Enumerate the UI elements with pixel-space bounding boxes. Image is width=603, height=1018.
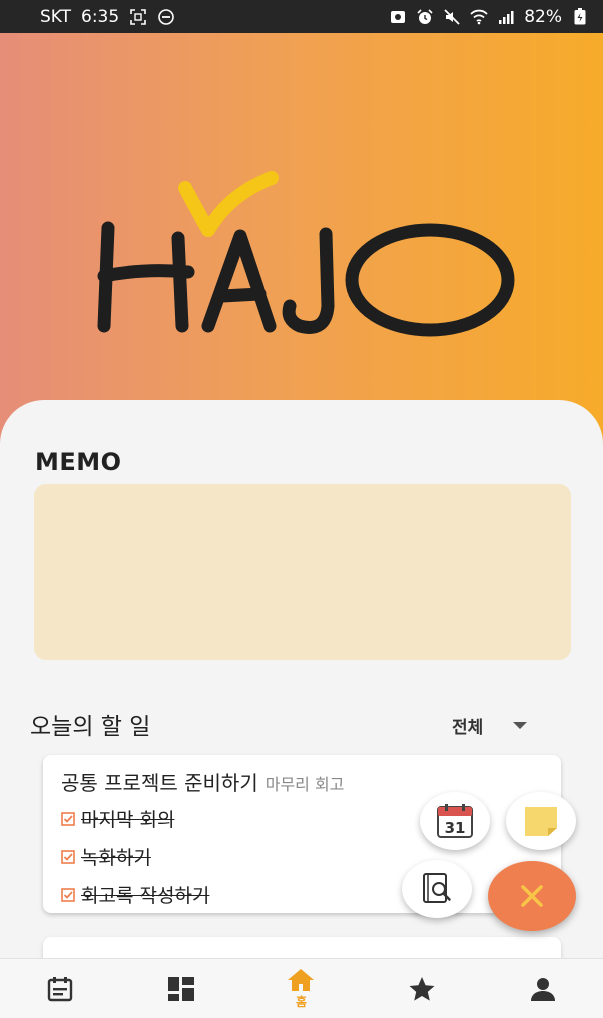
person-icon <box>530 977 555 1001</box>
chevron-down-icon <box>513 722 528 729</box>
calendar-day: 31 <box>445 819 466 837</box>
calendar-fab[interactable]: 31 <box>420 792 490 850</box>
battery-icon <box>571 8 589 26</box>
task-label: 녹화하기 <box>81 847 151 869</box>
memo-box[interactable] <box>34 484 571 660</box>
star-icon <box>409 976 435 1001</box>
task-item[interactable]: 마지막 회의 <box>61 805 174 832</box>
task-item[interactable]: 회고록 작성하기 <box>61 881 209 908</box>
carrier-label: SKT <box>40 6 72 27</box>
header-banner <box>0 33 603 453</box>
checkbox-checked-icon[interactable] <box>61 887 75 902</box>
nav-item-dashboard[interactable] <box>121 959 242 1018</box>
status-bar: SKT 6:35 82% <box>0 0 603 33</box>
close-icon <box>521 885 543 907</box>
nav-label-home: 홈 <box>295 994 307 1009</box>
calendar-list-icon <box>48 976 73 1001</box>
close-fab[interactable] <box>488 861 576 931</box>
task-label: 마지막 회의 <box>81 809 175 831</box>
notebook-search-icon <box>423 873 451 903</box>
todo-card-subtitle: 마무리 회고 <box>265 775 345 794</box>
sticky-note-icon <box>525 807 557 836</box>
todo-heading: 오늘의 할 일 <box>30 714 151 740</box>
signal-icon <box>497 8 515 26</box>
home-icon <box>288 968 315 991</box>
wifi-icon <box>470 8 488 26</box>
battery-percent: 82% <box>524 6 562 27</box>
sticky-note-fab[interactable] <box>506 792 576 850</box>
nav-item-favorites[interactable] <box>362 959 483 1018</box>
screenshot-icon <box>129 8 147 26</box>
nav-item-calendar[interactable] <box>0 959 121 1018</box>
nav-item-home[interactable]: 홈 <box>241 959 362 1018</box>
data-saver-icon <box>389 8 407 26</box>
todo-card-title: 공통 프로젝트 준비하기 <box>61 771 258 795</box>
todo-card-header: 공통 프로젝트 준비하기 마무리 회고 <box>61 767 344 796</box>
notebook-search-fab[interactable] <box>402 860 472 918</box>
clock: 6:35 <box>81 6 120 27</box>
dnd-icon <box>157 8 175 26</box>
memo-heading: MEMO <box>35 448 122 476</box>
calendar-icon: 31 <box>437 804 473 838</box>
checkbox-checked-icon[interactable] <box>61 849 75 864</box>
dashboard-icon <box>167 976 194 1001</box>
mute-icon <box>443 8 461 26</box>
bottom-nav: 홈 <box>0 958 603 1018</box>
nav-item-profile[interactable] <box>482 959 603 1018</box>
todo-filter-dropdown[interactable]: 전체 <box>452 713 528 738</box>
filter-label: 전체 <box>452 718 484 738</box>
task-item[interactable]: 녹화하기 <box>61 843 151 870</box>
checkbox-checked-icon[interactable] <box>61 811 75 826</box>
task-label: 회고록 작성하기 <box>81 885 210 907</box>
hajo-logo <box>97 171 515 337</box>
alarm-icon <box>416 8 434 26</box>
